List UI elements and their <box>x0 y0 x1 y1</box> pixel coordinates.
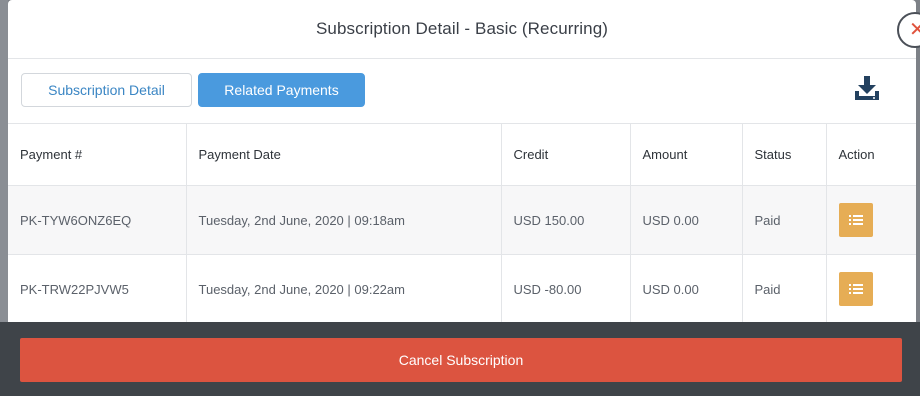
tab-subscription-detail[interactable]: Subscription Detail <box>21 73 192 107</box>
table-row: PK-TYW6ONZ6EQ Tuesday, 2nd June, 2020 | … <box>8 185 916 255</box>
column-header-status[interactable]: Status <box>742 124 827 186</box>
amount-cell: USD 0.00 <box>630 185 743 255</box>
payment-number-cell: PK-TYW6ONZ6EQ <box>8 185 187 255</box>
column-header-date[interactable]: Payment Date <box>186 124 502 186</box>
subscription-modal: Subscription Detail - Basic (Recurring) … <box>8 0 916 322</box>
payment-number-cell: PK-TRW22PJVW5 <box>8 254 187 322</box>
close-icon: ✕ <box>909 19 920 41</box>
status-cell: Paid <box>742 254 827 322</box>
credit-cell: USD 150.00 <box>501 185 631 255</box>
table-row: PK-TRW22PJVW5 Tuesday, 2nd June, 2020 | … <box>8 254 916 322</box>
payment-date-cell: Tuesday, 2nd June, 2020 | 09:18am <box>186 185 502 255</box>
modal-header: Subscription Detail - Basic (Recurring) <box>8 0 916 59</box>
action-cell <box>826 185 916 255</box>
table-header-row: Payment # Payment Date Credit Amount Sta… <box>8 124 916 186</box>
amount-cell: USD 0.00 <box>630 254 743 322</box>
list-icon <box>848 284 863 294</box>
column-header-payment[interactable]: Payment # <box>8 124 187 186</box>
column-header-credit[interactable]: Credit <box>501 124 631 186</box>
modal-title: Subscription Detail - Basic (Recurring) <box>315 19 609 38</box>
payments-table: Payment # Payment Date Credit Amount Sta… <box>8 124 916 322</box>
action-cell <box>826 254 916 322</box>
tab-related-payments[interactable]: Related Payments <box>198 73 365 107</box>
status-cell: Paid <box>742 185 827 255</box>
column-header-amount[interactable]: Amount <box>630 124 743 186</box>
modal-toolbar: Subscription Detail Related Payments <box>8 59 916 124</box>
download-button[interactable] <box>853 74 881 102</box>
cancel-subscription-button[interactable]: Cancel Subscription <box>20 338 902 382</box>
view-details-button[interactable] <box>838 272 873 306</box>
list-icon <box>848 215 863 225</box>
view-details-button[interactable] <box>838 203 873 237</box>
payment-date-cell: Tuesday, 2nd June, 2020 | 09:22am <box>186 254 502 322</box>
download-icon <box>855 76 879 100</box>
column-header-action: Action <box>826 124 916 186</box>
credit-cell: USD -80.00 <box>501 254 631 322</box>
